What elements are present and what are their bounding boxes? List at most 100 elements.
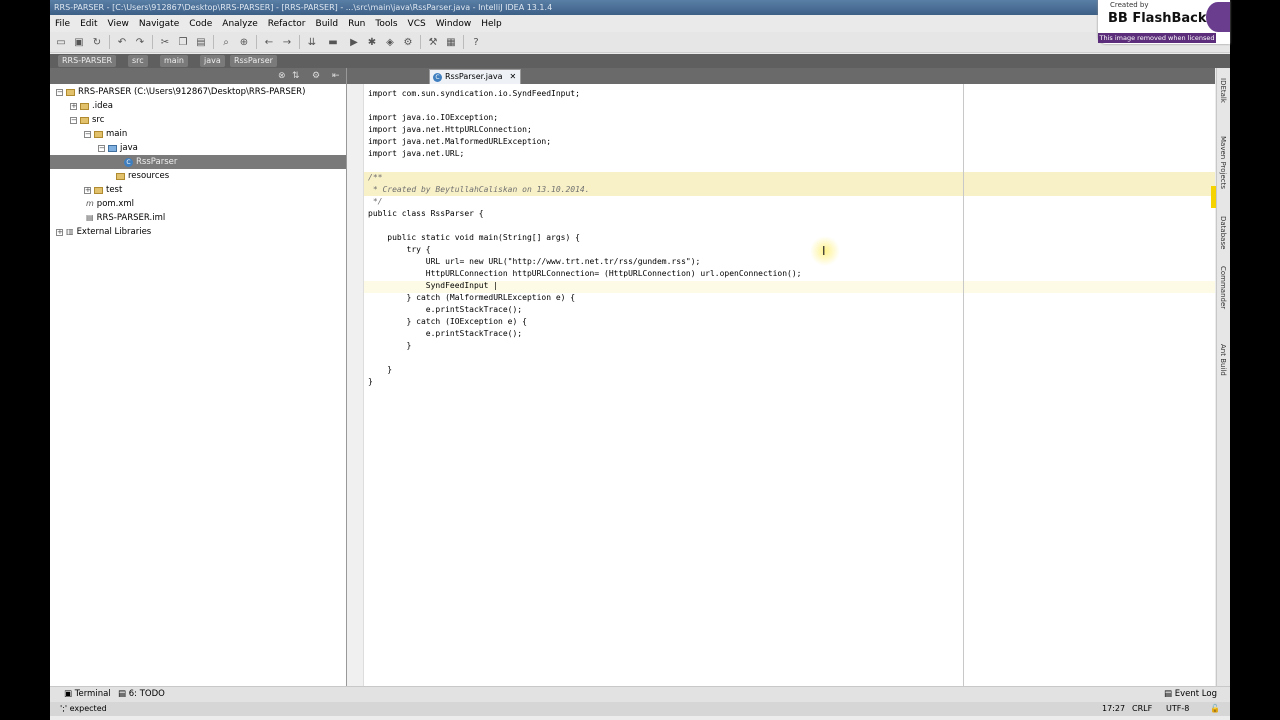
tab-rssparser[interactable]: C RssParser.java ✕ [429, 69, 522, 84]
caret-position[interactable]: 17:27 [1102, 702, 1125, 716]
gear-icon[interactable]: ⚙ [312, 71, 320, 81]
lock-icon[interactable]: 🔓 [1210, 702, 1220, 716]
menu-refactor[interactable]: Refactor [263, 19, 311, 29]
selected-row-highlight [50, 155, 346, 169]
watermark-created-by: Created by [1110, 1, 1149, 9]
breadcrumb-file[interactable]: RssParser [230, 55, 277, 67]
breadcrumb-java[interactable]: java [200, 55, 225, 67]
tree-node-project[interactable]: − RRS-PARSER (C:\Users\912867\Desktop\RR… [56, 85, 305, 99]
watermark: Created by BB FlashBack This image remov… [1098, 0, 1230, 44]
code-line: * Created by BeytullahCaliskan on 13.10.… [368, 185, 590, 194]
run-config-icon[interactable]: ▬ [323, 35, 343, 49]
run-icon[interactable]: ▶ [347, 35, 361, 49]
menu-analyze[interactable]: Analyze [217, 19, 262, 29]
code-line: e.printStackTrace(); [368, 305, 523, 314]
tool-commander[interactable]: Commander [1219, 266, 1227, 309]
menu-run[interactable]: Run [343, 19, 370, 29]
tree-node-label: RRS-PARSER.iml [96, 213, 166, 223]
tool-ideatalk[interactable]: IDEtalk [1219, 78, 1227, 103]
scroll-from-source-icon[interactable]: ⇅ [292, 71, 300, 81]
terminal-tool-button[interactable]: ▣ Terminal [64, 689, 111, 699]
coverage-icon[interactable]: ◈ [383, 35, 397, 49]
project-structure-icon[interactable]: ▦ [444, 35, 458, 49]
help-icon[interactable]: ? [469, 35, 483, 49]
ide-window: RRS-PARSER - [C:\Users\912867\Desktop\RR… [50, 0, 1230, 720]
make-icon[interactable]: ⇊ [305, 35, 319, 49]
toolbar-separator [256, 35, 257, 49]
menu-help[interactable]: Help [476, 19, 507, 29]
sync-icon[interactable]: ↻ [90, 35, 104, 49]
tree-node-resources[interactable]: resources [116, 169, 169, 183]
tree-node-idea[interactable]: + .idea [70, 99, 113, 113]
tree-node-java[interactable]: − java [98, 141, 138, 155]
module-file-icon: ▤ [86, 213, 94, 222]
find-icon[interactable]: ⌕ [219, 35, 233, 49]
navigation-bar: RRS-PARSER src main java RssParser [50, 54, 1230, 68]
profile-icon[interactable]: ⚙ [401, 35, 415, 49]
menu-edit[interactable]: Edit [75, 19, 102, 29]
tree-node-main[interactable]: − main [84, 127, 127, 141]
collapse-icon[interactable]: − [84, 130, 91, 138]
line-separator[interactable]: CRLF [1132, 702, 1152, 716]
debug-icon[interactable]: ✱ [365, 35, 379, 49]
menu-file[interactable]: File [50, 19, 75, 29]
redo-icon[interactable]: ↷ [133, 35, 147, 49]
tree-node-iml[interactable]: ▤ RRS-PARSER.iml [86, 211, 165, 225]
menu-navigate[interactable]: Navigate [134, 19, 184, 29]
hide-panel-icon[interactable]: ⇤ [332, 71, 340, 81]
tool-database[interactable]: Database [1219, 216, 1227, 249]
watermark-brand: BB FlashBack [1108, 11, 1207, 26]
tree-node-label: resources [128, 171, 170, 181]
tree-node-src[interactable]: − src [70, 113, 104, 127]
tree-node-pom[interactable]: m pom.xml [86, 197, 134, 211]
breadcrumb-src[interactable]: src [128, 55, 148, 67]
menu-view[interactable]: View [103, 19, 134, 29]
undo-icon[interactable]: ↶ [115, 35, 129, 49]
menu-tools[interactable]: Tools [370, 19, 402, 29]
collapse-icon[interactable]: − [56, 88, 63, 96]
code-line: public class RssParser { [368, 209, 484, 218]
breadcrumb-project[interactable]: RRS-PARSER [58, 55, 117, 67]
copy-icon[interactable]: ❐ [176, 35, 190, 49]
code-line: HttpURLConnection httpURLConnection= (Ht… [368, 269, 802, 278]
menu-build[interactable]: Build [311, 19, 344, 29]
save-icon[interactable]: ▣ [72, 35, 86, 49]
menu-vcs[interactable]: VCS [403, 19, 431, 29]
folder-icon [80, 102, 89, 110]
expand-icon[interactable]: + [56, 228, 63, 236]
code-line: } [368, 341, 412, 350]
toolbar-separator [299, 35, 300, 49]
folder-icon [66, 88, 75, 96]
code-line: } [368, 365, 393, 374]
forward-icon[interactable]: → [280, 35, 294, 49]
expand-icon[interactable]: + [70, 102, 77, 110]
collapse-icon[interactable]: − [70, 116, 77, 124]
paste-icon[interactable]: ▤ [194, 35, 208, 49]
class-icon: C [433, 72, 442, 82]
collapse-icon[interactable]: − [98, 144, 105, 152]
editor-gutter [347, 84, 364, 686]
menu-window[interactable]: Window [431, 19, 477, 29]
watermark-note: This image removed when licensed [1098, 33, 1216, 43]
breadcrumb-main[interactable]: main [160, 55, 188, 67]
replace-icon[interactable]: ⊕ [237, 35, 251, 49]
tree-node-external-libraries[interactable]: + ▥ External Libraries [56, 225, 151, 239]
collapse-all-icon[interactable]: ⊗ [278, 71, 286, 81]
tool-ant-build[interactable]: Ant Build [1219, 344, 1227, 376]
back-icon[interactable]: ← [262, 35, 276, 49]
todo-tool-button[interactable]: ▤ 6: TODO [118, 689, 165, 699]
file-encoding[interactable]: UTF-8 [1166, 702, 1189, 716]
open-icon[interactable]: ▭ [54, 35, 68, 49]
expand-icon[interactable]: + [84, 186, 91, 194]
tree-node-test[interactable]: + test [84, 183, 122, 197]
cut-icon[interactable]: ✂ [158, 35, 172, 49]
event-log-button[interactable]: ▤ Event Log [1164, 689, 1217, 699]
settings-icon[interactable]: ⚒ [426, 35, 440, 49]
tool-maven-projects[interactable]: Maven Projects [1219, 136, 1227, 189]
code-editor[interactable]: import com.sun.syndication.io.SyndFeedIn… [347, 84, 1215, 686]
menu-code[interactable]: Code [184, 19, 217, 29]
code-line: public static void main(String[] args) { [368, 233, 580, 242]
tree-node-rssparser[interactable]: C RssParser [124, 155, 177, 169]
close-icon[interactable]: ✕ [510, 70, 517, 84]
code-line: import java.net.URL; [368, 149, 465, 158]
